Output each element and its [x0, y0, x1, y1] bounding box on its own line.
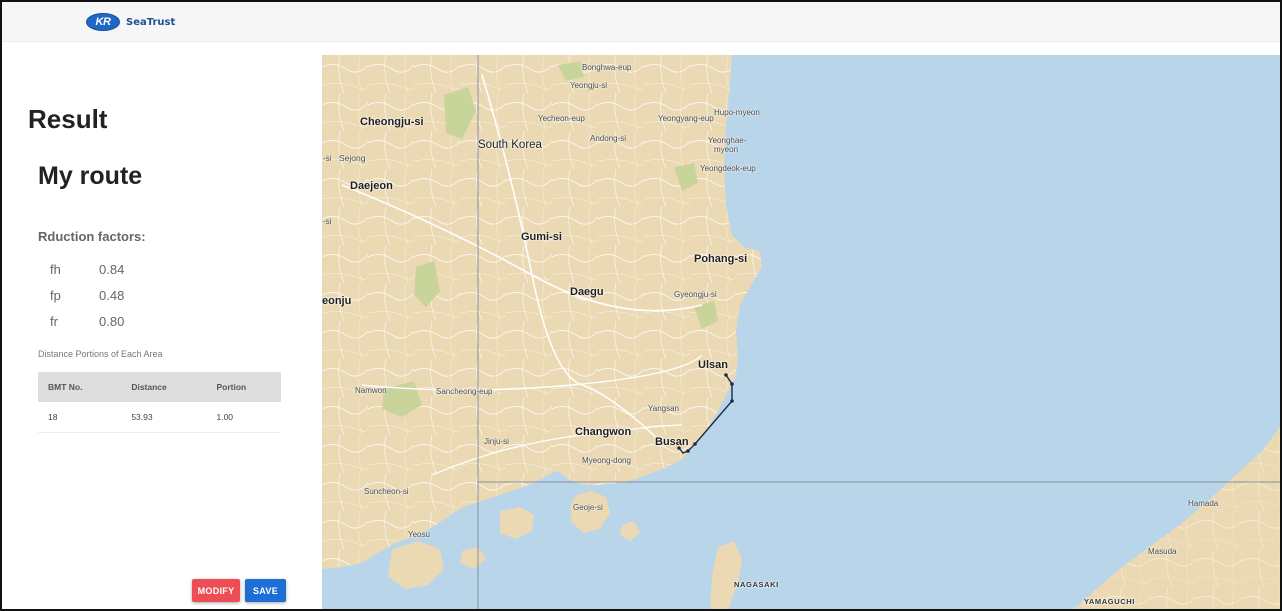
map-label-city: Changwon	[575, 426, 632, 438]
map-label-town: Yeongyang-eup	[658, 114, 714, 123]
route-waypoint	[693, 442, 697, 446]
route-title: My route	[38, 162, 143, 190]
map-label-town: Namwon	[355, 386, 387, 395]
map-label-city: Gumi-si	[521, 231, 562, 243]
map-canvas[interactable]	[322, 55, 1280, 609]
map-label-town: Yeongju-si	[570, 81, 608, 90]
table-row: 18 53.93 1.00	[38, 402, 281, 432]
map-label-city: Busan	[655, 436, 689, 448]
app-header: KR SeaTrust	[2, 2, 1280, 42]
route-map[interactable]: South Korea Cheongju-si Sejong Daejeon G…	[322, 55, 1280, 609]
save-button[interactable]: SAVE	[245, 579, 286, 602]
map-label-city: Daejeon	[350, 180, 393, 192]
map-label-town: Bonghwa-eup	[582, 63, 632, 72]
result-panel: Result My route Rduction factors: fh 0.8…	[2, 42, 322, 609]
distance-portions-table: BMT No. Distance Portion 18 53.93 1.00	[38, 372, 281, 433]
map-label-town: Jinju-si	[484, 437, 509, 446]
map-label-town: Myeong-dong	[582, 456, 631, 465]
map-label-city: Ulsan	[698, 359, 728, 371]
cell-portion: 1.00	[216, 411, 234, 422]
map-label-town: myeon	[714, 145, 739, 154]
map-label-town: Yangsan	[648, 404, 679, 413]
map-label-town: Masuda	[1148, 547, 1177, 556]
map-label-edge: eonju	[322, 295, 352, 307]
app-name: SeaTrust	[126, 16, 176, 28]
factor-row-fh: fh 0.84	[50, 256, 250, 282]
map-label-region: NAGASAKI	[734, 580, 779, 589]
factor-value: 0.84	[99, 261, 125, 277]
map-label-town: Yecheon-eup	[538, 114, 585, 123]
cell-distance: 53.93	[131, 411, 153, 422]
map-label-town: Gyeongju-si	[674, 290, 717, 299]
factor-key: fh	[50, 261, 61, 277]
route-waypoint	[730, 382, 734, 386]
map-label-town: Hamada	[1188, 499, 1219, 508]
route-waypoint	[730, 399, 734, 403]
map-label-city: Daegu	[570, 286, 604, 298]
table-header-row: BMT No. Distance Portion	[38, 372, 281, 402]
factor-key: fp	[50, 287, 61, 303]
map-label-town: Suncheon-si	[364, 487, 409, 496]
map-label-town: Hupo-myeon	[714, 108, 760, 117]
map-label-town: Geoje-si	[573, 503, 603, 512]
route-waypoint	[724, 373, 728, 377]
seatrust-logo[interactable]: KR SeaTrust	[86, 13, 175, 31]
reduction-factors-heading: Rduction factors:	[38, 229, 146, 244]
reduction-factors-list: fh 0.84 fp 0.48 fr 0.80	[50, 256, 250, 334]
cell-bmt: 18	[48, 411, 58, 422]
map-label-country: South Korea	[478, 139, 542, 151]
map-label-town: Yeongdeok-eup	[700, 164, 756, 173]
page-title: Result	[28, 104, 108, 134]
map-label-edge: -si	[323, 217, 332, 226]
map-label-region: YAMAGUCHI	[1084, 597, 1135, 606]
column-header-distance: Distance	[121, 372, 207, 402]
column-header-portion: Portion	[206, 372, 281, 402]
distance-portions-caption: Distance Portions of Each Area	[38, 349, 163, 359]
map-label-town: Sejong	[339, 153, 366, 163]
map-label-edge: -si	[323, 154, 332, 163]
column-header-bmt: BMT No.	[38, 372, 122, 402]
factor-key: fr	[50, 313, 58, 329]
map-label-town: Andong-si	[590, 134, 627, 143]
factor-row-fp: fp 0.48	[50, 282, 250, 308]
modify-button[interactable]: MODIFY	[192, 579, 240, 602]
map-label-city: Cheongju-si	[360, 116, 424, 128]
route-waypoint	[686, 449, 690, 453]
factor-row-fr: fr 0.80	[50, 308, 250, 334]
map-label-town: Yeosu	[408, 530, 430, 539]
map-label-town: Sancheong-eup	[436, 387, 493, 396]
factor-value: 0.48	[99, 287, 125, 303]
map-label-city: Pohang-si	[694, 253, 748, 265]
factor-value: 0.80	[99, 313, 125, 329]
map-label-town: Yeonghae-	[708, 136, 747, 145]
kr-logo-icon: KR	[86, 13, 120, 31]
